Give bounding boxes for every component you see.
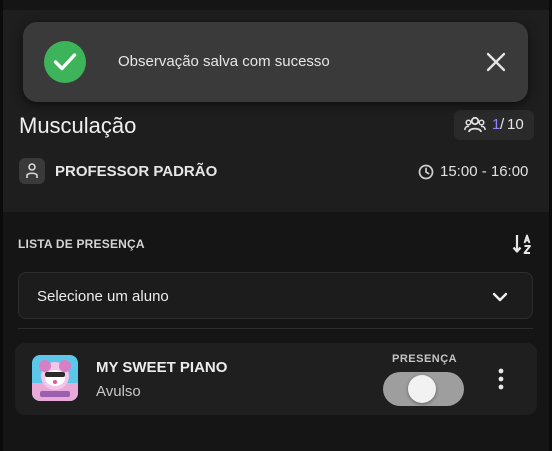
attendance-list-label: LISTA DE PRESENÇA (18, 237, 145, 251)
capacity-total: 10 (507, 116, 524, 133)
class-header: Musculação 1 / 10 PROFESSOR PADRÃO 15:00… (3, 90, 549, 212)
check-circle-icon (44, 41, 86, 83)
student-select[interactable]: Selecione um aluno (18, 272, 533, 319)
student-select-value: Selecione um aluno (37, 288, 169, 305)
more-vertical-icon[interactable] (493, 367, 509, 391)
student-avatar (32, 355, 78, 401)
toast-message: Observação salva com sucesso (118, 53, 330, 70)
capacity-separator: / (500, 116, 505, 133)
person-icon (19, 158, 45, 184)
student-name: MY SWEET PIANO (96, 359, 228, 376)
status-bar (0, 0, 552, 10)
chevron-down-icon (492, 290, 508, 308)
close-icon[interactable] (485, 51, 507, 73)
divider (18, 328, 533, 329)
student-type: Avulso (96, 383, 141, 400)
clock-icon (418, 164, 434, 185)
presence-label: PRESENÇA (392, 353, 458, 365)
student-card: MY SWEET PIANO Avulso PRESENÇA (15, 343, 537, 415)
schedule-time: 15:00 - 16:00 (440, 163, 529, 180)
teacher-name: PROFESSOR PADRÃO (55, 163, 218, 180)
app-screen: Musculação 1 / 10 PROFESSOR PADRÃO 15:00… (0, 0, 552, 451)
toggle-knob (408, 375, 436, 403)
sort-alpha-icon[interactable] (511, 232, 535, 256)
success-toast: Observação salva com sucesso (23, 22, 528, 102)
presence-toggle[interactable] (383, 372, 464, 406)
capacity-badge: 1 / 10 (454, 110, 534, 140)
class-title: Musculação (19, 113, 137, 138)
group-icon (464, 116, 486, 139)
